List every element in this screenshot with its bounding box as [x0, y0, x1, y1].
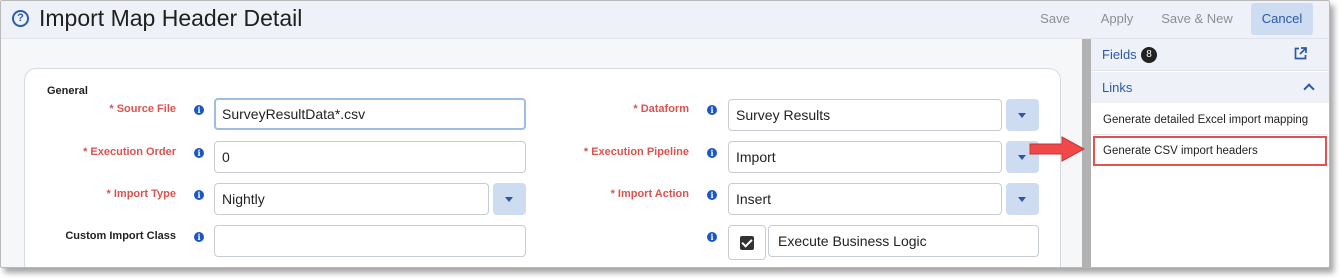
import-type-label: * Import Type: [106, 188, 176, 200]
external-link-icon[interactable]: [1294, 47, 1307, 60]
apply-button[interactable]: Apply: [1092, 3, 1142, 35]
execute-business-logic-label: Execute Business Logic: [768, 225, 1039, 257]
import-action-dropdown-button[interactable]: [1006, 183, 1039, 215]
info-icon[interactable]: i: [194, 105, 204, 115]
info-icon[interactable]: i: [707, 148, 717, 158]
fields-count-badge: 8: [1141, 47, 1157, 63]
execute-business-logic-checkbox-container[interactable]: [728, 225, 766, 260]
execute-business-logic-checkbox[interactable]: [740, 236, 754, 250]
info-icon[interactable]: i: [707, 105, 717, 115]
fields-label: Fields: [1102, 47, 1137, 62]
execution-pipeline-label: * Execution Pipeline: [583, 146, 689, 158]
import-action-select[interactable]: Insert: [728, 183, 1002, 215]
import-action-label: * Import Action: [610, 188, 689, 200]
save-button[interactable]: Save: [1032, 3, 1078, 35]
side-panel: Fields 8 Links Generate detailed Excel i…: [1091, 39, 1329, 267]
chevron-up-icon[interactable]: [1303, 83, 1315, 95]
source-file-input[interactable]: SurveyResultData*.csv: [214, 98, 526, 130]
custom-import-class-input[interactable]: [214, 225, 526, 257]
fields-header[interactable]: Fields 8: [1091, 39, 1329, 71]
execution-pipeline-select[interactable]: Import: [728, 141, 1002, 173]
execution-order-label: * Execution Order: [83, 146, 176, 158]
info-icon[interactable]: i: [194, 190, 204, 200]
section-title-general: General: [47, 85, 88, 97]
dataform-select[interactable]: Survey Results: [728, 99, 1002, 131]
info-icon[interactable]: i: [707, 190, 717, 200]
dataform-label: * Dataform: [633, 103, 689, 115]
info-icon[interactable]: i: [194, 232, 204, 242]
link-generate-excel-import-mapping[interactable]: Generate detailed Excel import mapping: [1093, 105, 1327, 135]
link-generate-csv-import-headers[interactable]: Generate CSV import headers: [1093, 136, 1327, 166]
import-type-dropdown-button[interactable]: [493, 183, 526, 215]
help-icon[interactable]: ?: [12, 10, 29, 27]
import-type-select[interactable]: Nightly: [214, 183, 489, 215]
dataform-dropdown-button[interactable]: [1006, 99, 1039, 131]
execution-order-input[interactable]: 0: [214, 141, 526, 173]
import-map-header-detail-window: ? Import Map Header Detail Save Apply Sa…: [0, 0, 1330, 268]
source-file-label: * Source File: [109, 103, 176, 115]
arrow-right-icon: [1029, 136, 1086, 162]
info-icon[interactable]: i: [707, 232, 717, 242]
links-label: Links: [1102, 80, 1133, 95]
cancel-button[interactable]: Cancel: [1251, 3, 1313, 35]
page-title: Import Map Header Detail: [39, 5, 303, 31]
save-and-new-button[interactable]: Save & New: [1153, 3, 1241, 35]
links-header[interactable]: Links: [1091, 72, 1329, 103]
custom-import-class-label: Custom Import Class: [65, 230, 176, 242]
page-header: ? Import Map Header Detail Save Apply Sa…: [1, 1, 1329, 39]
info-icon[interactable]: i: [194, 148, 204, 158]
